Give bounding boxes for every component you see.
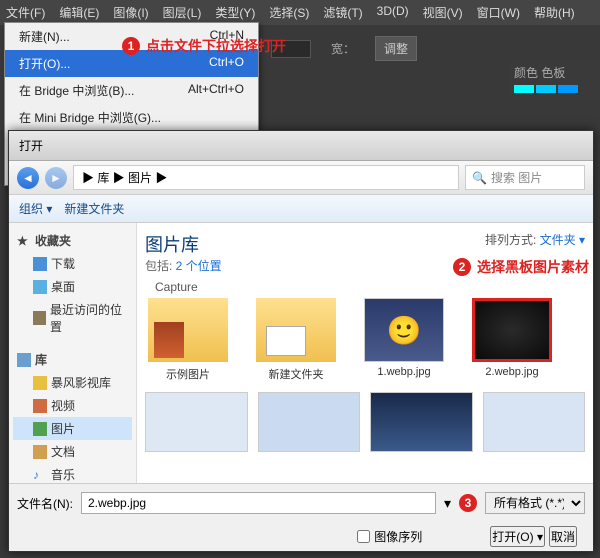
- mi-minibridge[interactable]: 在 Mini Bridge 中浏览(G)...: [5, 104, 258, 131]
- file-sample[interactable]: 示例图片: [145, 298, 231, 382]
- thumb-extra-4[interactable]: [483, 392, 586, 452]
- adjust-button[interactable]: 调整: [375, 36, 417, 61]
- menu-help[interactable]: 帮助(H): [534, 4, 575, 21]
- folder-icon: [256, 298, 336, 362]
- locations-link[interactable]: 2 个位置: [176, 259, 222, 273]
- new-folder-button[interactable]: 新建文件夹: [64, 200, 124, 217]
- badge-3: 3: [459, 494, 477, 512]
- filename-input[interactable]: [81, 492, 436, 514]
- library-icon: [17, 353, 31, 367]
- width-label: 宽：: [331, 40, 355, 57]
- annotation-2-text: 选择黑板图片素材: [477, 257, 589, 277]
- menu-layer[interactable]: 图层(L): [163, 4, 202, 21]
- sidebar-storm[interactable]: 暴风影视库: [13, 371, 132, 394]
- sidebar-pictures[interactable]: 图片: [13, 417, 132, 440]
- group-label: Capture: [155, 280, 585, 294]
- filename-label: 文件名(N):: [17, 495, 73, 512]
- sidebar-downloads[interactable]: 下载: [13, 252, 132, 275]
- menu-select[interactable]: 选择(S): [269, 4, 309, 21]
- open-button[interactable]: 打开(O) ▾: [490, 526, 545, 547]
- recent-icon: [33, 311, 46, 325]
- annotation-1-text: 点击文件下拉选择打开: [146, 36, 286, 56]
- menu-type[interactable]: 类型(Y): [215, 4, 255, 21]
- sidebar-desktop[interactable]: 桌面: [13, 275, 132, 298]
- search-input[interactable]: 🔍搜索 图片: [465, 165, 585, 190]
- thumb-extra-1[interactable]: [145, 392, 248, 452]
- annotation-2: 2 选择黑板图片素材: [453, 257, 589, 277]
- format-select[interactable]: 所有格式 (*.*): [485, 492, 585, 514]
- organize-menu[interactable]: 组织 ▾: [19, 200, 52, 217]
- sidebar-libraries[interactable]: 库: [13, 348, 132, 371]
- dialog-footer: 文件名(N): ▾ 3 所有格式 (*.*): [9, 483, 593, 522]
- sequence-checkbox[interactable]: [357, 530, 370, 543]
- sidebar-documents[interactable]: 文档: [13, 440, 132, 463]
- sidebar-recent[interactable]: 最近访问的位置: [13, 298, 132, 338]
- file-newfolder[interactable]: 新建文件夹: [253, 298, 339, 382]
- sidebar-video[interactable]: 视频: [13, 394, 132, 417]
- dialog-navbar: ◄ ► ▶ 库 ▶ 图片 ▶ 🔍搜索 图片: [9, 161, 593, 195]
- cancel-button[interactable]: 取消: [549, 526, 577, 547]
- sidebar-favorites[interactable]: ★收藏夹: [13, 229, 132, 252]
- sidebar-music[interactable]: ♪音乐: [13, 463, 132, 483]
- image-thumb: 🙂: [364, 298, 444, 362]
- thumb-extra-2[interactable]: [258, 392, 361, 452]
- menu-edit[interactable]: 编辑(E): [59, 4, 99, 21]
- search-icon: 🔍: [472, 171, 487, 185]
- breadcrumb[interactable]: ▶ 库 ▶ 图片 ▶: [73, 165, 459, 190]
- open-dialog: 打开 ◄ ► ▶ 库 ▶ 图片 ▶ 🔍搜索 图片 组织 ▾ 新建文件夹 ★收藏夹…: [8, 130, 594, 552]
- storm-icon: [33, 376, 47, 390]
- menu-filter[interactable]: 滤镜(T): [323, 4, 362, 21]
- video-icon: [33, 399, 47, 413]
- file-browser: 图片库 包括: 2 个位置 排列方式: 文件夹 ▾ 2 选择黑板图片素材 Cap…: [137, 223, 593, 483]
- menu-window[interactable]: 窗口(W): [477, 4, 520, 21]
- dropdown-icon[interactable]: ▾: [444, 495, 451, 512]
- pictures-icon: [33, 422, 47, 436]
- sort-dropdown[interactable]: 文件夹 ▾: [540, 233, 585, 247]
- annotation-1: 1 点击文件下拉选择打开: [122, 36, 286, 56]
- sequence-row: 图像序列 打开(O) ▾ 取消: [9, 522, 593, 551]
- mi-bridge[interactable]: 在 Bridge 中浏览(B)...Alt+Ctrl+O: [5, 77, 258, 104]
- documents-icon: [33, 445, 47, 459]
- sidebar: ★收藏夹 下载 桌面 最近访问的位置 库 暴风影视库 视频 图片 文档 ♪音乐: [9, 223, 137, 483]
- library-subtitle: 包括: 2 个位置: [145, 257, 222, 274]
- file-1webp[interactable]: 🙂 1.webp.jpg: [361, 298, 447, 382]
- desktop-icon: [33, 280, 47, 294]
- back-button[interactable]: ◄: [17, 167, 39, 189]
- thumb-extra-3[interactable]: [370, 392, 473, 452]
- sequence-label: 图像序列: [374, 528, 422, 545]
- dialog-toolbar: 组织 ▾ 新建文件夹: [9, 195, 593, 223]
- menu-view[interactable]: 视图(V): [423, 4, 463, 21]
- badge-2: 2: [453, 258, 471, 276]
- color-panel[interactable]: 颜色 色板: [510, 60, 600, 100]
- menu-image[interactable]: 图像(I): [113, 4, 148, 21]
- download-icon: [33, 257, 47, 271]
- dialog-title: 打开: [9, 131, 593, 161]
- menu-file[interactable]: 文件(F): [6, 4, 45, 21]
- menu-3d[interactable]: 3D(D): [377, 4, 409, 21]
- star-icon: ★: [17, 234, 31, 248]
- forward-button[interactable]: ►: [45, 167, 67, 189]
- folder-icon: [148, 298, 228, 362]
- image-thumb-selected: [472, 298, 552, 362]
- color-panel-title: 颜色 色板: [514, 64, 596, 81]
- file-2webp[interactable]: 2.webp.jpg: [469, 298, 555, 382]
- library-title: 图片库: [145, 231, 222, 257]
- badge-1: 1: [122, 37, 140, 55]
- music-icon: ♪: [33, 468, 47, 482]
